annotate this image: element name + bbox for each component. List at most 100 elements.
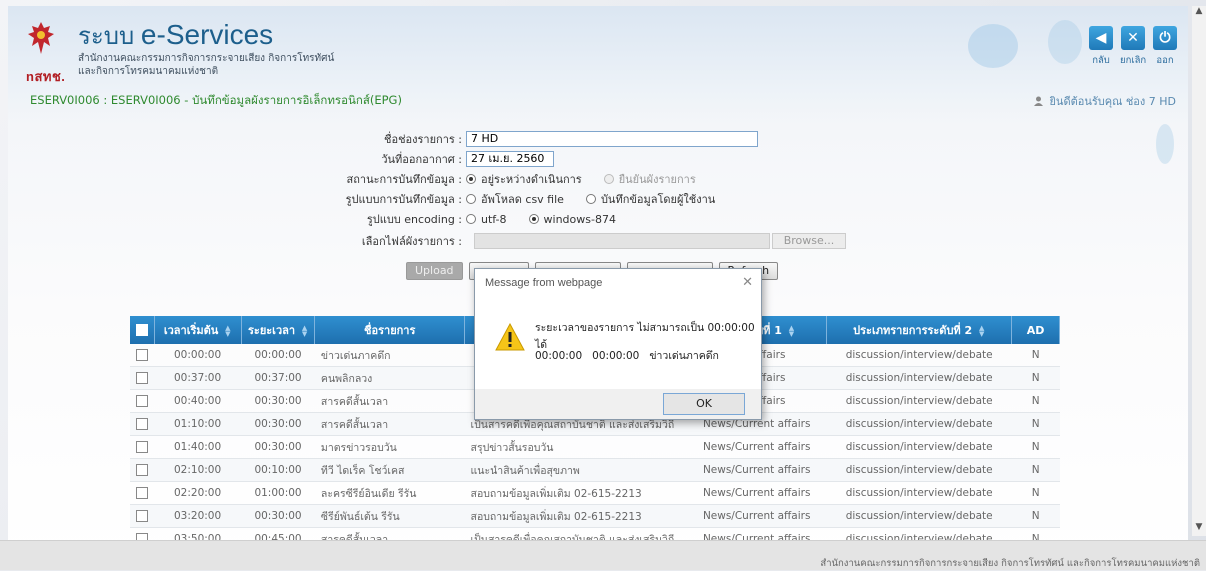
dialog-close-icon[interactable]: ✕ xyxy=(742,275,753,290)
encoding-utf8-radio[interactable]: utf-8 xyxy=(466,213,507,226)
file-select-label: เลือกไฟล์ผังรายการ : xyxy=(361,235,462,248)
table-row[interactable]: 02:10:00 00:10:00 ทีวี ไดเร็ค โชว์เคส แนะนำ… xyxy=(130,458,1060,482)
app-title: ระบบ e-Services xyxy=(78,19,274,51)
file-path-field[interactable] xyxy=(474,233,770,249)
power-icon: ⏻ xyxy=(1153,26,1177,50)
breadcrumb: ESERV0I006 : ESERV0I006 - บันทึกข้อมูลผั… xyxy=(30,93,402,107)
sort-icon: ▲ ▼ xyxy=(788,324,795,338)
start-time-cell: 00:40:00 xyxy=(154,389,242,413)
ad-cell: N xyxy=(1011,366,1060,390)
save-status-label: สถานะการบันทึกข้อมูล : xyxy=(346,173,462,186)
mode-manual-entry-radio[interactable]: บันทึกข้อมูลโดยผู้ใช้งาน xyxy=(585,190,715,208)
select-all-header[interactable] xyxy=(130,316,155,344)
program-name-cell: ข่าวเด่นภาคดึก xyxy=(314,344,465,367)
program-name-cell: มาตรข่าวรอบวัน xyxy=(314,435,465,459)
scroll-up-icon[interactable]: ▲ xyxy=(1192,6,1206,20)
main-page: nสทช. ระบบ e-Services สำนักงานคณะกรรมการ… xyxy=(8,6,1188,562)
logo-text: nสทช. xyxy=(26,69,66,84)
back-button[interactable]: ◀ กลับ xyxy=(1088,26,1114,68)
decorative-monitor-graphic xyxy=(968,24,1018,68)
category-2-cell: discussion/interview/debate xyxy=(826,435,1012,459)
row-checkbox[interactable] xyxy=(130,366,155,390)
row-checkbox-box[interactable] xyxy=(136,418,148,430)
status-confirm-radio[interactable]: ยืนยันผังรายการ xyxy=(603,170,696,188)
channel-name-input[interactable] xyxy=(466,131,758,147)
duration-cell: 00:37:00 xyxy=(241,366,315,390)
row-checkbox-box[interactable] xyxy=(136,441,148,453)
col-program-name[interactable]: ชื่อรายการ xyxy=(314,316,466,344)
row-checkbox[interactable] xyxy=(130,504,155,528)
row-checkbox-box[interactable] xyxy=(136,464,148,476)
row-checkbox[interactable] xyxy=(130,458,155,482)
category-2-cell: discussion/interview/debate xyxy=(826,389,1012,413)
program-name-cell: ละครซีรีย์อินเดีย รีรัน xyxy=(314,481,465,505)
vertical-scrollbar[interactable]: ▲ ▼ xyxy=(1192,6,1206,536)
footer-bar: สำนักงานคณะกรรมการกิจการกระจายเสียง กิจก… xyxy=(0,540,1206,570)
sort-icon: ▲ ▼ xyxy=(978,324,985,338)
duration-cell: 00:30:00 xyxy=(241,504,315,528)
back-arrow-icon: ◀ xyxy=(1089,26,1113,50)
logout-button[interactable]: ⏻ ออก xyxy=(1152,26,1178,68)
encoding-windows874-radio[interactable]: windows-874 xyxy=(528,213,616,226)
user-icon xyxy=(1034,96,1044,106)
user-welcome: ยินดีต้อนรับคุณ ช่อง 7 HD xyxy=(1034,92,1176,110)
ad-cell: N xyxy=(1011,389,1060,413)
ad-cell: N xyxy=(1011,435,1060,459)
status-in-progress-radio[interactable]: อยู่ระหว่างดำเนินการ xyxy=(466,170,582,188)
program-name-cell: สารคดีสั้นเวลา xyxy=(314,389,465,413)
row-checkbox-box[interactable] xyxy=(136,372,148,384)
row-checkbox-box[interactable] xyxy=(136,395,148,407)
row-checkbox-box[interactable] xyxy=(136,487,148,499)
dialog-detail: 00:00:00 00:00:00 ข่าวเด่นภาคดึก xyxy=(535,350,719,362)
cancel-button[interactable]: ✕ ยกเลิก xyxy=(1120,26,1146,68)
mode-upload-csv-radio[interactable]: อัพโหลด csv file xyxy=(466,190,564,208)
sort-icon: ▲ ▼ xyxy=(301,324,308,338)
browse-button[interactable]: Browse... xyxy=(772,233,846,249)
start-time-cell: 00:37:00 xyxy=(154,366,242,390)
ad-cell: N xyxy=(1011,458,1060,482)
col-start-time[interactable]: เวลาเริ่มต้น ▲ ▼ xyxy=(154,316,242,344)
agency-name-line2: และกิจการโทรคมนาคมแห่งชาติ xyxy=(78,66,219,77)
start-time-cell: 02:10:00 xyxy=(154,458,242,482)
start-time-cell: 00:00:00 xyxy=(154,344,242,367)
upload-button[interactable]: Upload xyxy=(406,262,463,280)
category-2-cell: discussion/interview/debate xyxy=(826,366,1012,390)
category-2-cell: discussion/interview/debate xyxy=(826,504,1012,528)
row-checkbox[interactable] xyxy=(130,435,155,459)
program-name-cell: คนพลิกลวง xyxy=(314,366,465,390)
table-row[interactable]: 03:20:00 00:30:00 ซีรีย์พันธ์เต้น รีรัน สอบ… xyxy=(130,504,1060,528)
select-all-checkbox[interactable] xyxy=(135,324,148,336)
row-checkbox-box[interactable] xyxy=(136,510,148,522)
row-checkbox-box[interactable] xyxy=(136,349,148,361)
start-time-cell: 03:20:00 xyxy=(154,504,242,528)
encoding-label: รูปแบบ encoding : xyxy=(366,213,462,226)
col-duration[interactable]: ระยะเวลา ▲ ▼ xyxy=(241,316,316,344)
table-row[interactable]: 01:40:00 00:30:00 มาตรข่าวรอบวัน สรุปข่าวสั… xyxy=(130,435,1060,459)
ad-cell: N xyxy=(1011,344,1060,367)
row-checkbox[interactable] xyxy=(130,344,155,367)
row-checkbox[interactable] xyxy=(130,481,155,505)
dialog-body: ระยะเวลาของรายการ ไม่สามารถเป็น 00:00:00… xyxy=(475,297,761,389)
row-checkbox[interactable] xyxy=(130,412,155,436)
category-2-cell: discussion/interview/debate xyxy=(826,412,1012,436)
duration-cell: 00:30:00 xyxy=(241,412,315,436)
table-row[interactable]: 02:20:00 01:00:00 ละครซีรีย์อินเดีย รีรันส… xyxy=(130,481,1060,505)
broadcast-date-label: วันที่ออกอากาศ : xyxy=(381,153,462,166)
close-icon: ✕ xyxy=(1121,26,1145,50)
category-2-cell: discussion/interview/debate xyxy=(826,458,1012,482)
col-category-2[interactable]: ประเภทรายการระดับที่ 2 ▲ ▼ xyxy=(826,316,1013,344)
broadcast-date-input[interactable] xyxy=(466,151,554,167)
duration-cell: 00:30:00 xyxy=(241,435,315,459)
program-name-cell: สารคดีสั้นเวลา xyxy=(314,412,465,436)
header-actions: ◀ กลับ ✕ ยกเลิก ⏻ ออก xyxy=(1088,26,1178,68)
scroll-down-icon[interactable]: ▼ xyxy=(1192,522,1206,536)
description-cell: สรุปข่าวสั้นรอบวัน xyxy=(464,435,687,459)
ok-button[interactable]: OK xyxy=(663,393,745,415)
duration-cell: 00:10:00 xyxy=(241,458,315,482)
row-checkbox[interactable] xyxy=(130,389,155,413)
alert-dialog: Message from webpage ✕ ระยะเวลาของรายการ… xyxy=(474,268,762,420)
category-1-cell: News/Current affairs xyxy=(686,481,827,505)
brand-block: ระบบ e-Services สำนักงานคณะกรรมการกิจการ… xyxy=(78,20,334,78)
col-ad[interactable]: AD xyxy=(1011,316,1060,344)
ad-cell: N xyxy=(1011,504,1060,528)
